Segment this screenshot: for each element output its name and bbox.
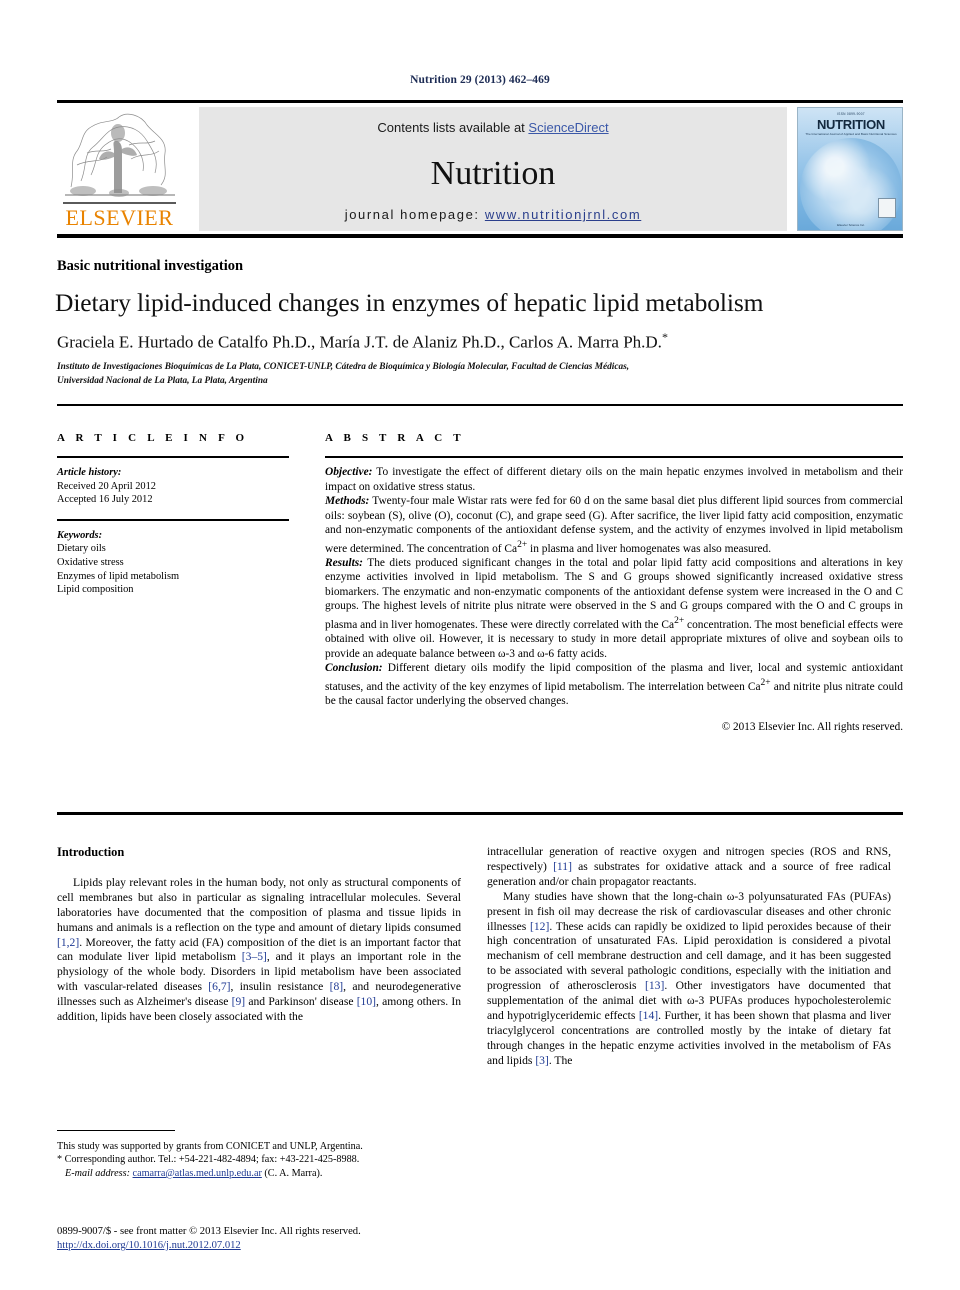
email-label: E-mail address:: [65, 1167, 130, 1179]
footnote-grant: This study was supported by grants from …: [57, 1141, 363, 1152]
footnote-corresponding-author: * Corresponding author. Tel.: +54-221-48…: [57, 1153, 461, 1166]
keyword-item: Enzymes of lipid metabolism: [57, 570, 180, 582]
intro-right-text-g: . The: [548, 1053, 573, 1067]
sciencedirect-link[interactable]: ScienceDirect: [528, 120, 608, 135]
article-history-received: Received 20 April 2012: [57, 480, 156, 492]
elsevier-tree-icon: [65, 113, 175, 197]
article-section-label: Basic nutritional investigation: [57, 258, 244, 274]
article-history-block: Article history: Received 20 April 2012 …: [57, 466, 289, 507]
issn-line: 0899-9007/$ - see front matter © 2013 El…: [57, 1226, 361, 1237]
email-suffix: (C. A. Marra).: [261, 1167, 323, 1179]
contents-prefix: Contents lists available at: [377, 120, 529, 135]
running-head: Nutrition 29 (2013) 462–469: [410, 74, 550, 86]
cover-journal-subtitle: The International Journal of Applied and…: [805, 132, 897, 136]
affiliation-line-2: Universidad Nacional de La Plata, La Pla…: [57, 376, 268, 386]
keywords-block: Keywords: Dietary oils Oxidative stress …: [57, 529, 289, 597]
citation-ref[interactable]: [12]: [530, 920, 549, 933]
abstract-copyright: © 2013 Elsevier Inc. All rights reserved…: [721, 721, 903, 734]
citation-ref[interactable]: [3–5]: [242, 950, 267, 963]
keyword-item: Oxidative stress: [57, 556, 124, 568]
masthead-top-rule: [57, 100, 903, 103]
abstract-objective-text: To investigate the effect of different d…: [325, 466, 903, 493]
elsevier-wordmark: ELSEVIER: [65, 205, 174, 230]
article-history-label: Article history:: [57, 467, 122, 478]
citation-ref[interactable]: [6,7]: [208, 980, 230, 993]
title-block-rule: [57, 404, 903, 406]
cover-journal-title: NUTRITION: [816, 117, 886, 132]
abstract-methods-label: Methods:: [325, 495, 370, 507]
abstract-objective-label: Objective:: [325, 466, 373, 478]
introduction-heading: Introduction: [57, 845, 125, 859]
keywords-label: Keywords:: [57, 529, 103, 541]
abstract-methods-text-2: in plasma and liver homogenates was also…: [527, 542, 772, 555]
abstract-heading: A B S T R A C T: [325, 432, 465, 444]
article-history-accepted: Accepted 16 July 2012: [57, 494, 153, 506]
intro-text-f: and Parkinson' disease: [245, 995, 357, 1009]
citation-ref[interactable]: [3]: [535, 1054, 549, 1067]
corresponding-text: Corresponding author. Tel.: +54-221-482-…: [62, 1154, 360, 1166]
footnotes: This study was supported by grants from …: [57, 1140, 461, 1180]
introduction-left-column: Introduction Lipids play relevant roles …: [57, 845, 461, 1025]
contents-available-line: Contents lists available at ScienceDirec…: [199, 120, 787, 135]
abstract-conclusion-superscript: 2+: [760, 677, 771, 688]
abstract-column: A B S T R A C T Objective: To investigat…: [325, 432, 903, 735]
doi-link[interactable]: http://dx.doi.org/10.1016/j.nut.2012.07.…: [57, 1240, 241, 1251]
abstract-methods: Methods: Twenty-four male Wistar rats we…: [325, 494, 903, 556]
abstract-results-superscript: 2+: [674, 615, 685, 626]
citation-ref[interactable]: [8]: [330, 980, 344, 993]
citation-ref[interactable]: [14]: [639, 1009, 658, 1022]
author-names: Graciela E. Hurtado de Catalfo Ph.D., Ma…: [57, 332, 662, 352]
introduction-right-column: intracellular generation of reactive oxy…: [487, 845, 891, 1069]
elsevier-logo: ELSEVIER: [57, 107, 182, 231]
email-link[interactable]: camarra@atlas.med.unlp.edu.ar: [133, 1168, 262, 1179]
masthead-bottom-rule: [57, 234, 903, 238]
journal-article-page: Nutrition 29 (2013) 462–469 ELSEVIER Con…: [0, 0, 960, 1290]
abstract-methods-superscript: 2+: [517, 539, 528, 550]
footnote-separator-rule: [57, 1130, 175, 1131]
keyword-item: Dietary oils: [57, 543, 106, 555]
cover-elsevier-mark-icon: [878, 198, 896, 218]
abstract-results-label: Results:: [325, 556, 363, 569]
introduction-paragraph-1-continued: intracellular generation of reactive oxy…: [487, 845, 891, 890]
abstract-objective: Objective: To investigate the effect of …: [325, 465, 903, 494]
journal-masthead: ELSEVIER Contents lists available at Sci…: [57, 100, 903, 238]
corresponding-author-marker: *: [661, 330, 668, 344]
citation-ref[interactable]: [1,2]: [57, 936, 79, 949]
journal-cover-thumbnail: ISSN 0899-9007 NUTRITION The Internation…: [797, 107, 903, 231]
abstract-body: Objective: To investigate the effect of …: [325, 465, 903, 735]
intro-text-d: , insulin resistance: [230, 980, 330, 994]
issn-and-doi-block: 0899-9007/$ - see front matter © 2013 El…: [57, 1225, 557, 1253]
journal-homepage-line: journal homepage: www.nutritionjrnl.com: [199, 207, 787, 222]
journal-band: Contents lists available at ScienceDirec…: [199, 107, 787, 231]
author-list: Graciela E. Hurtado de Catalfo Ph.D., Ma…: [57, 330, 907, 353]
cover-publisher-label: Elsevier Science Inc.: [837, 223, 865, 227]
article-info-column: A R T I C L E I N F O Article history: R…: [57, 432, 289, 597]
abstract-conclusion: Conclusion: Different dietary oils modif…: [325, 661, 903, 708]
article-info-rule-1: [57, 456, 289, 458]
citation-ref[interactable]: [10]: [357, 995, 376, 1008]
abstract-results: Results: The diets produced significant …: [325, 556, 903, 661]
footnote-email: E-mail address: camarra@atlas.med.unlp.e…: [57, 1167, 461, 1180]
intro-text-a: Lipids play relevant roles in the human …: [57, 875, 461, 934]
abstract-conclusion-label: Conclusion:: [325, 662, 383, 675]
article-info-heading: A R T I C L E I N F O: [57, 432, 249, 444]
keyword-item: Lipid composition: [57, 584, 134, 596]
journal-homepage-link[interactable]: www.nutritionjrnl.com: [485, 207, 641, 222]
affiliation: Instituto de Investigaciones Bioquímicas…: [57, 360, 847, 388]
article-info-rule-2: [57, 518, 289, 521]
introduction-paragraph-2: Many studies have shown that the long-ch…: [487, 890, 891, 1069]
citation-ref[interactable]: [13]: [645, 979, 664, 992]
abstract-block-rule: [57, 812, 903, 815]
page-title: Dietary lipid-induced changes in enzymes…: [55, 288, 764, 317]
affiliation-line-1: Instituto de Investigaciones Bioquímicas…: [57, 362, 630, 372]
citation-ref[interactable]: [11]: [553, 860, 572, 873]
abstract-rule: [325, 456, 903, 458]
journal-title: Nutrition: [430, 155, 556, 192]
citation-ref[interactable]: [9]: [232, 995, 246, 1008]
cover-issn-label: ISSN 0899-9007: [837, 112, 865, 116]
homepage-prefix: journal homepage:: [344, 207, 485, 222]
elsevier-logo-rule: [63, 202, 176, 204]
introduction-paragraph-1: Lipids play relevant roles in the human …: [57, 876, 461, 1025]
